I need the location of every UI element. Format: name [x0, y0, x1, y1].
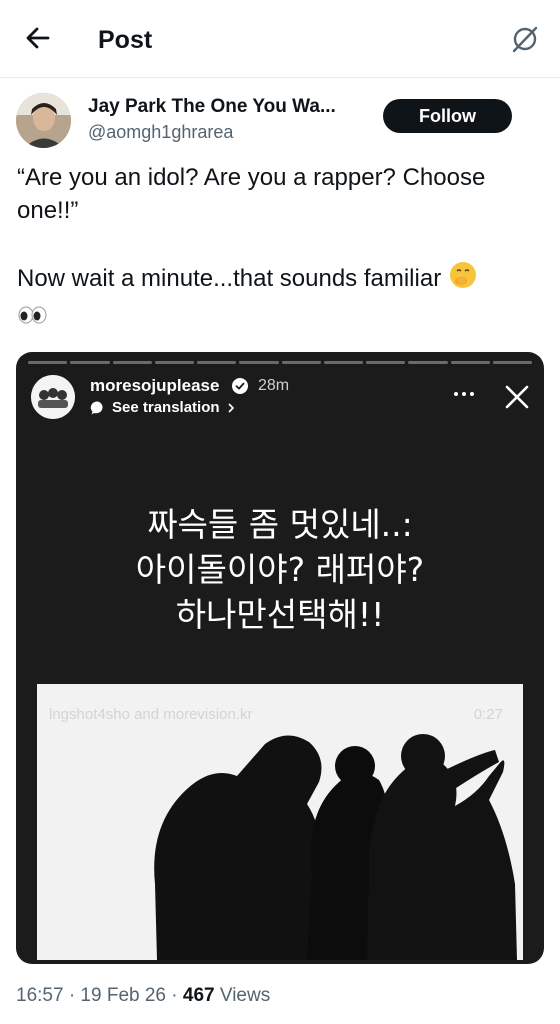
- post-text-span: Now wait a minute...that sounds familiar: [17, 264, 442, 292]
- progress-segment: [492, 361, 532, 364]
- story-caption-line: 하나만선택해!!: [175, 595, 385, 634]
- story-avatar[interactable]: [31, 375, 75, 419]
- verified-badge-icon: [232, 378, 248, 394]
- follow-button[interactable]: Follow: [383, 99, 512, 133]
- see-translation-link[interactable]: See translation: [90, 399, 236, 416]
- progress-segment: [70, 361, 110, 364]
- author-name[interactable]: Jay Park The One You Wa...: [88, 96, 368, 118]
- eyes-emoji: [17, 301, 547, 334]
- post-meta: 16:57 · 19 Feb 26 · 467 Views: [16, 985, 270, 1007]
- progress-segment: [323, 361, 363, 364]
- progress-segment: [366, 361, 406, 364]
- progress-segment: [197, 361, 237, 364]
- story-time: 28m: [258, 377, 290, 394]
- post-text-line: Now wait a minute...that sounds familiar: [17, 260, 547, 299]
- more-button[interactable]: [452, 382, 476, 406]
- post-timestamp[interactable]: 16:57 · 19 Feb 26 ·: [16, 985, 183, 1006]
- progress-segment: [239, 361, 279, 364]
- post-body: “Are you an idol? Are you a rapper? Choo…: [17, 161, 547, 334]
- see-translation-label: See translation: [112, 399, 220, 416]
- top-nav-bar: Post: [0, 0, 560, 78]
- author-handle[interactable]: @aomgh1ghrarea: [88, 122, 233, 143]
- story-progress-bar: [28, 361, 532, 364]
- views-count: 467: [182, 985, 215, 1006]
- story-caption-line: 아이돌이야? 래퍼야?: [135, 550, 425, 589]
- video-duration: 0:27: [473, 706, 503, 723]
- back-button[interactable]: [22, 22, 54, 54]
- story-username[interactable]: moresojuplease: [90, 376, 219, 396]
- progress-segment: [281, 361, 321, 364]
- chevron-right-icon: [227, 402, 234, 413]
- story-media[interactable]: moresojuplease 28m See translation 짜슥들 좀…: [16, 352, 544, 964]
- translate-bubble-icon: [90, 400, 103, 414]
- author-avatar[interactable]: [16, 93, 71, 148]
- shushing-face-emoji: [448, 260, 478, 299]
- views-label: Views: [214, 985, 271, 1006]
- progress-segment: [28, 361, 68, 364]
- close-icon: [505, 385, 529, 409]
- progress-segment: [408, 361, 448, 364]
- progress-segment: [154, 361, 194, 364]
- more-horizontal-icon: [454, 392, 474, 396]
- close-button[interactable]: [504, 384, 530, 410]
- video-watermark: lngshot4sho and morevision.kr: [49, 706, 253, 723]
- progress-segment: [450, 361, 490, 364]
- video-thumbnail[interactable]: lngshot4sho and morevision.kr 0:27: [37, 684, 523, 960]
- grok-icon: [512, 26, 538, 53]
- page-title: Post: [98, 26, 153, 54]
- arrow-left-icon: [26, 27, 50, 49]
- progress-segment: [112, 361, 152, 364]
- story-caption-line: 짜슥들 좀 멋있네..:: [147, 505, 413, 544]
- silhouette-image: [154, 734, 517, 960]
- post-text-line: “Are you an idol? Are you a rapper? Choo…: [17, 164, 486, 224]
- grok-button[interactable]: [508, 22, 542, 56]
- story-caption: 짜슥들 좀 멋있네..: 아이돌이야? 래퍼야? 하나만선택해!!: [16, 502, 544, 637]
